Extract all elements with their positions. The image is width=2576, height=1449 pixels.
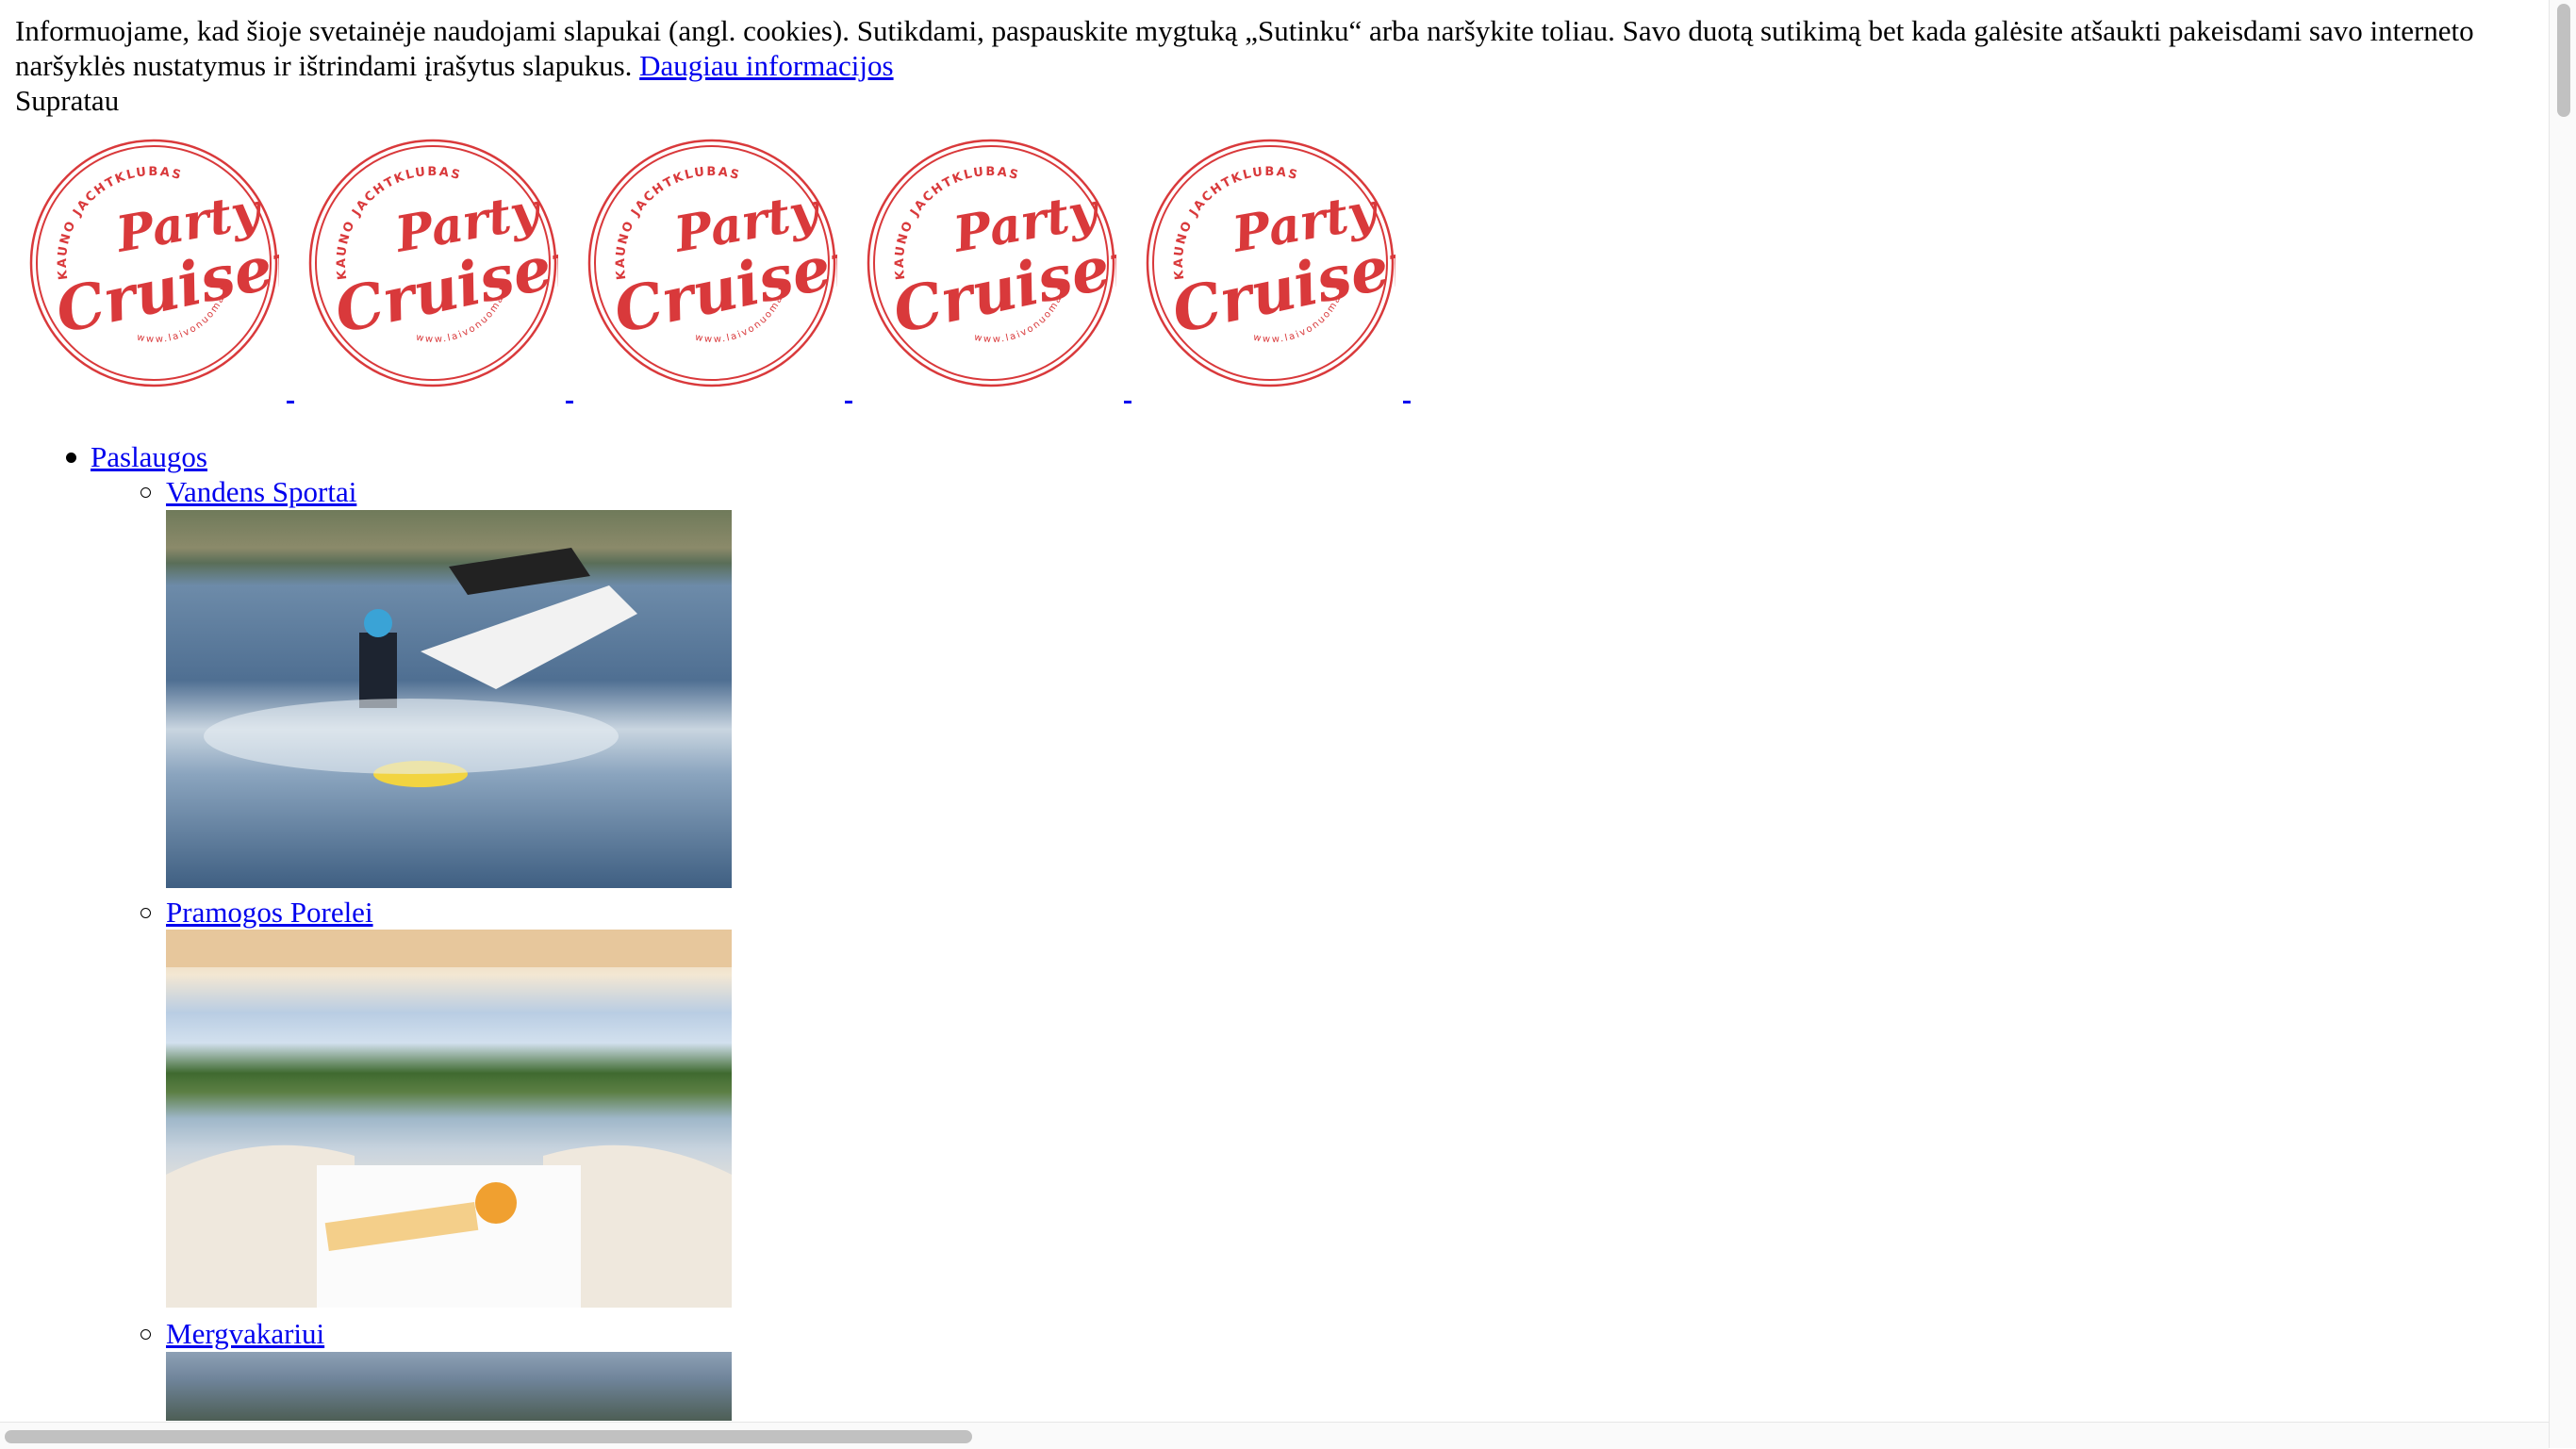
nav-link-paslaugos[interactable]: Paslaugos	[91, 440, 207, 473]
circle-bullet-icon	[140, 487, 151, 498]
submenu-link-pramogos-porelei[interactable]: Pramogos Porelei	[166, 896, 373, 929]
horizontal-scrollbar[interactable]	[0, 1422, 2549, 1449]
submenu-item-mergvakariui: Mergvakariui	[140, 1316, 324, 1351]
circle-bullet-icon	[140, 908, 151, 918]
cookie-notice: Informuojame, kad šioje svetainėje naudo…	[15, 13, 2504, 83]
wakeboard-photo[interactable]	[166, 510, 732, 888]
logo-row: KAUNO JACHTKLUBAS Party Cruiser www.laiv…	[15, 138, 1411, 405]
submenu-link-vandens-sportai[interactable]: Vandens Sportai	[166, 475, 356, 508]
logo-link[interactable]: KAUNO JACHTKLUBAS Party Cruiser www.laiv…	[294, 138, 573, 405]
logo-link[interactable]: KAUNO JACHTKLUBAS Party Cruiser www.laiv…	[15, 138, 294, 405]
logo-link-underline[interactable]	[1124, 401, 1131, 403]
logo-link-underline[interactable]	[1403, 401, 1411, 403]
disc-bullet-icon	[66, 453, 76, 463]
logo-link-underline[interactable]	[845, 401, 852, 403]
bachelorette-photo[interactable]	[166, 1352, 732, 1421]
circle-bullet-icon	[140, 1329, 151, 1340]
logo-link[interactable]: KAUNO JACHTKLUBAS Party Cruiser www.laiv…	[852, 138, 1131, 405]
accept-cookies-button[interactable]: Supratau	[15, 83, 119, 118]
party-cruiser-logo: KAUNO JACHTKLUBAS Party Cruiser www.laiv…	[307, 139, 558, 387]
romantic-boat-photo[interactable]	[166, 930, 732, 1308]
submenu-item-vandens-sportai: Vandens Sportai	[140, 474, 356, 509]
submenu-link-mergvakariui[interactable]: Mergvakariui	[166, 1317, 324, 1350]
party-cruiser-logo: KAUNO JACHTKLUBAS Party Cruiser www.laiv…	[1145, 139, 1395, 387]
vertical-scroll-thumb[interactable]	[2557, 4, 2570, 117]
party-cruiser-logo: KAUNO JACHTKLUBAS Party Cruiser www.laiv…	[586, 139, 837, 387]
cookie-notice-text: Informuojame, kad šioje svetainėje naudo…	[15, 14, 2474, 82]
nav-item-paslaugos: Paslaugos	[66, 439, 207, 474]
logo-link-underline[interactable]	[566, 401, 573, 403]
logo-link-underline[interactable]	[287, 401, 294, 403]
more-info-link[interactable]: Daugiau informacijos	[639, 49, 893, 82]
submenu-item-pramogos-porelei: Pramogos Porelei	[140, 895, 373, 930]
party-cruiser-logo: KAUNO JACHTKLUBAS Party Cruiser www.laiv…	[866, 139, 1116, 387]
vertical-scrollbar[interactable]	[2549, 0, 2576, 1448]
logo-link[interactable]: KAUNO JACHTKLUBAS Party Cruiser www.laiv…	[573, 138, 852, 405]
logo-link[interactable]: KAUNO JACHTKLUBAS Party Cruiser www.laiv…	[1131, 138, 1411, 405]
horizontal-scroll-thumb[interactable]	[5, 1430, 972, 1443]
party-cruiser-logo: KAUNO JACHTKLUBAS Party Cruiser www.laiv…	[28, 139, 279, 387]
